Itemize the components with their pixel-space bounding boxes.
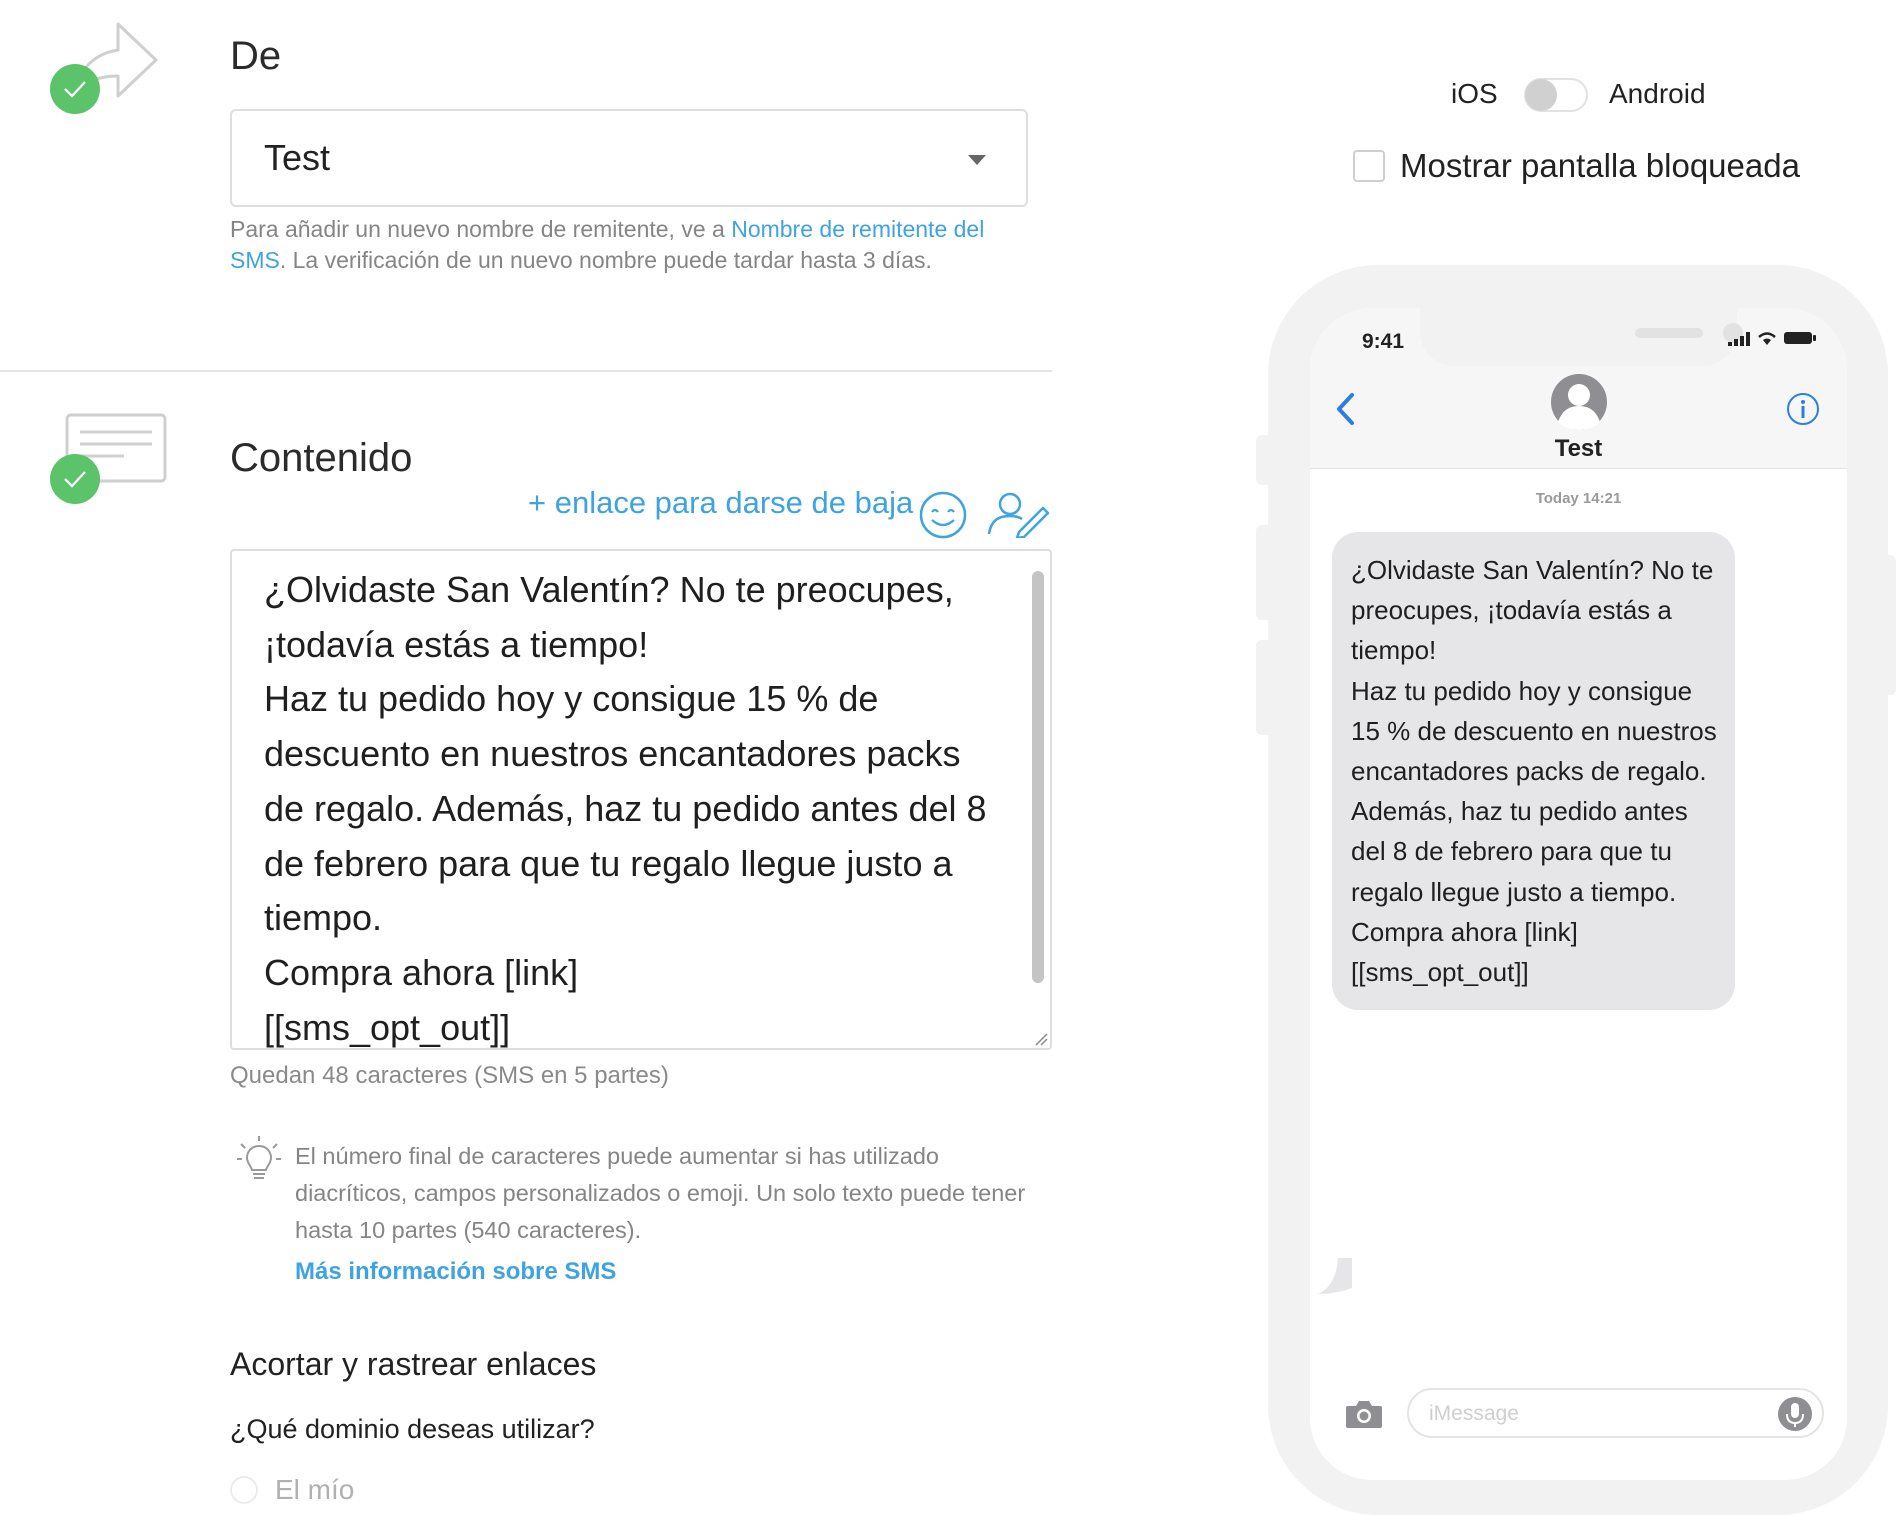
from-step-check-badge — [50, 64, 100, 114]
resize-handle-icon[interactable] — [1034, 1032, 1048, 1046]
sender-select-value: Test — [264, 137, 331, 178]
sms-preview-bubble: ¿Olvidaste San Valentín? No te preocupes… — [1332, 532, 1735, 1011]
ios-label[interactable]: iOS — [1451, 78, 1498, 110]
from-section-title: De — [230, 34, 282, 78]
platform-toggle[interactable] — [1524, 78, 1588, 112]
smiley-icon — [919, 491, 967, 539]
chevron-left-icon[interactable] — [1334, 392, 1356, 426]
wifi-icon — [1758, 332, 1776, 345]
sms-info-link[interactable]: Más información sobre SMS — [295, 1258, 616, 1286]
phone-notch — [1420, 308, 1743, 366]
imessage-input[interactable]: iMessage — [1407, 1388, 1824, 1438]
sender-help-text: Para añadir un nuevo nombre de remitente… — [230, 214, 1030, 276]
contact-avatar-icon[interactable] — [1550, 373, 1608, 431]
lock-screen-label[interactable]: Mostrar pantalla bloqueada — [1400, 147, 1800, 185]
section-divider — [0, 370, 1052, 372]
bubble-tail — [1318, 1258, 1352, 1294]
android-label[interactable]: Android — [1609, 78, 1706, 110]
domain-mine-label[interactable]: El mío — [275, 1474, 354, 1506]
char-count: Quedan 48 caracteres (SMS en 5 partes) — [230, 1062, 669, 1089]
sender-help-suffix: . La verificación de un nuevo nombre pue… — [279, 247, 932, 273]
message-text[interactable]: ¿Olvidaste San Valentín? No te preocupes… — [264, 563, 1009, 1055]
battery-icon — [1784, 332, 1816, 344]
content-section-title: Contenido — [230, 436, 413, 480]
links-section-title: Acortar y rastrear enlaces — [230, 1346, 597, 1382]
message-textarea[interactable]: ¿Olvidaste San Valentín? No te preocupes… — [230, 549, 1052, 1050]
user-edit-icon — [987, 492, 1050, 540]
info-icon[interactable] — [1786, 392, 1820, 426]
camera-icon[interactable] — [1344, 1398, 1384, 1430]
sender-select[interactable]: Test — [230, 109, 1028, 207]
imessage-placeholder: iMessage — [1429, 1402, 1519, 1425]
check-icon — [64, 471, 86, 488]
character-tip: El número final de caracteres puede aume… — [295, 1143, 1026, 1243]
scrollbar-thumb[interactable] — [1032, 571, 1044, 983]
toggle-knob[interactable] — [1525, 79, 1557, 111]
contact-name[interactable]: Test — [1310, 435, 1847, 463]
signal-icon — [1728, 332, 1750, 346]
personalize-button[interactable] — [985, 490, 1051, 540]
emoji-button[interactable] — [918, 490, 968, 540]
add-unsubscribe-link[interactable]: + enlace para darse de baja — [528, 485, 913, 521]
phone-screen: 9:41 Test Today 14:21 ¿Olvidaste San Val… — [1310, 308, 1847, 1480]
lock-screen-checkbox[interactable] — [1353, 150, 1385, 182]
chevron-down-icon — [968, 155, 986, 165]
microphone-icon[interactable] — [1776, 1395, 1814, 1433]
lightbulb-icon — [236, 1134, 282, 1186]
status-time: 9:41 — [1362, 330, 1405, 353]
speaker — [1635, 328, 1703, 338]
textarea-scrollbar[interactable] — [1028, 571, 1046, 1031]
message-timestamp: Today 14:21 — [1535, 490, 1622, 507]
domain-question: ¿Qué dominio deseas utilizar? — [230, 1414, 595, 1444]
check-icon — [64, 81, 86, 98]
sender-help-prefix: Para añadir un nuevo nombre de remitente… — [230, 216, 732, 242]
messages-header: 9:41 Test — [1310, 308, 1847, 469]
content-step-check-badge — [50, 454, 100, 504]
domain-mine-radio[interactable] — [230, 1476, 258, 1504]
